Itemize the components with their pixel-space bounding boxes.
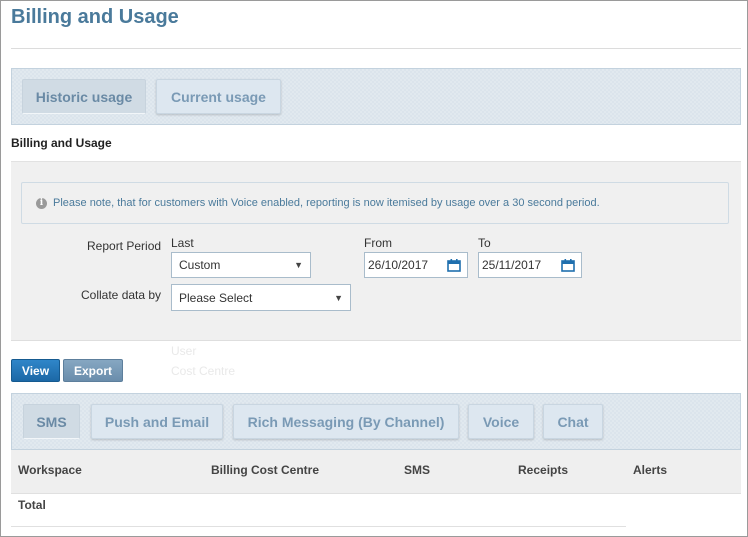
title-divider	[11, 48, 741, 49]
column-header-sms[interactable]: SMS	[404, 463, 430, 477]
column-header-receipts[interactable]: Receipts	[518, 463, 568, 477]
collate-label: Collate data by	[81, 288, 162, 302]
calendar-icon[interactable]	[561, 258, 575, 272]
report-period-label: Report Period	[87, 239, 162, 253]
tab-chat[interactable]: Chat	[543, 404, 603, 439]
from-date-value: 26/10/2017	[368, 258, 429, 272]
channel-tab-bar: SMS Push and Email Rich Messaging (By Ch…	[11, 393, 741, 450]
notice-text: Please note, that for customers with Voi…	[53, 197, 600, 209]
tab-voice[interactable]: Voice	[468, 404, 534, 439]
calendar-icon[interactable]	[447, 258, 461, 272]
last-period-select[interactable]: Custom ▼	[171, 252, 311, 278]
tab-sms[interactable]: SMS	[23, 404, 80, 439]
column-header-billing-cost-centre[interactable]: Billing Cost Centre	[211, 463, 319, 477]
table-total-row: Total	[11, 493, 626, 527]
tab-historic-usage[interactable]: Historic usage	[22, 79, 146, 114]
to-date-input[interactable]: 25/11/2017	[478, 252, 582, 278]
section-label: Billing and Usage	[11, 136, 112, 150]
collate-value: Please Select	[179, 290, 253, 305]
last-period-value: Custom	[179, 258, 221, 272]
page-title: Billing and Usage	[11, 6, 179, 28]
tab-rich-messaging[interactable]: Rich Messaging (By Channel)	[233, 404, 459, 439]
tab-current-usage[interactable]: Current usage	[156, 79, 281, 114]
collate-options-faded: User Cost Centre	[161, 341, 341, 381]
faded-option: User	[171, 344, 197, 358]
view-button[interactable]: View	[11, 359, 60, 382]
chevron-down-icon: ▼	[334, 292, 343, 303]
collate-select[interactable]: Please Select ▼	[171, 284, 351, 311]
column-header-alerts[interactable]: Alerts	[633, 463, 667, 477]
to-label: To	[478, 236, 491, 250]
usage-tab-bar: Historic usage Current usage	[11, 68, 741, 125]
usage-table-header: Workspace Billing Cost Centre SMS Receip…	[11, 450, 741, 494]
notice-banner: i Please note, that for customers with V…	[21, 182, 729, 224]
column-header-workspace[interactable]: Workspace	[18, 463, 82, 477]
to-date-value: 25/11/2017	[482, 258, 542, 272]
info-icon: i	[36, 197, 47, 209]
last-label: Last	[171, 236, 194, 250]
from-date-input[interactable]: 26/10/2017	[364, 252, 468, 278]
report-form-panel: i Please note, that for customers with V…	[11, 161, 741, 341]
tab-push-and-email[interactable]: Push and Email	[91, 404, 223, 439]
faded-option: Cost Centre	[171, 364, 236, 378]
chevron-down-icon: ▼	[294, 260, 303, 270]
export-button[interactable]: Export	[63, 359, 123, 382]
from-label: From	[364, 236, 392, 250]
total-label: Total	[18, 498, 46, 512]
